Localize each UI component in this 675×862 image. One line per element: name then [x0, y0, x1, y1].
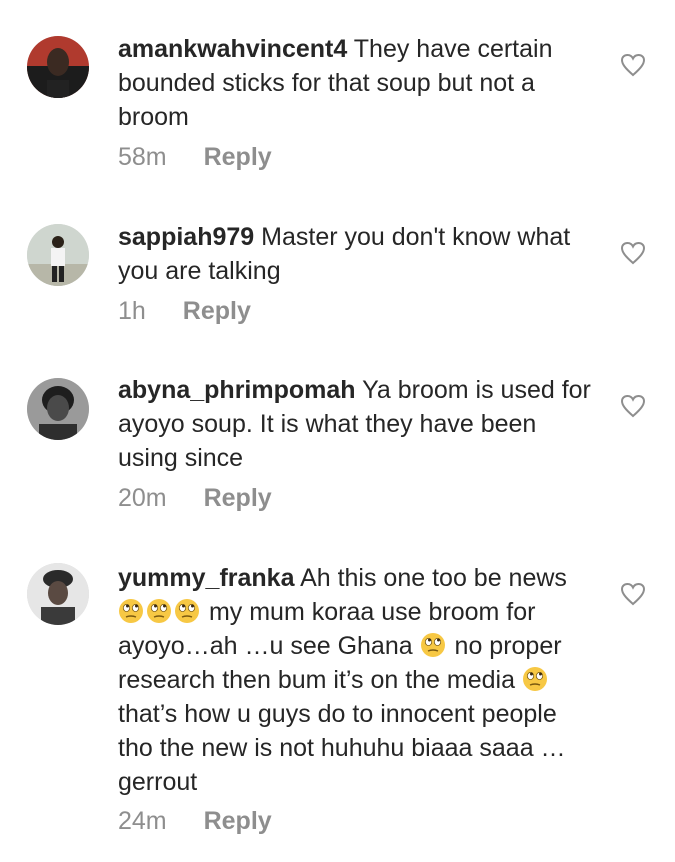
rolling-eyes-emoji-icon — [522, 667, 547, 691]
rolling-eyes-emoji-icon — [147, 599, 171, 623]
rolling-eyes-emoji-icon — [119, 599, 143, 623]
comment-time: 24m — [118, 807, 167, 835]
comment-body: sappiah979 Master you don't know what yo… — [118, 220, 598, 288]
rolling-eyes-emoji-icon — [420, 633, 445, 657]
comment-time: 1h — [118, 297, 146, 325]
avatar[interactable] — [27, 36, 89, 98]
comment-meta: 1h Reply — [118, 296, 251, 326]
rolling-eyes-emoji-group — [118, 598, 209, 626]
comment-body: abyna_phrimpomah Ya broom is used for ay… — [118, 373, 598, 475]
rolling-eyes-emoji-icon — [175, 599, 199, 623]
comment-username[interactable]: yummy_franka — [118, 564, 294, 592]
heart-outline-icon[interactable] — [620, 241, 646, 265]
comment-meta: 24m Reply — [118, 806, 272, 836]
heart-outline-icon[interactable] — [620, 582, 646, 606]
heart-outline-icon[interactable] — [620, 53, 646, 77]
comment-meta: 20m Reply — [118, 483, 272, 513]
comment-meta: 58m Reply — [118, 142, 272, 172]
comment-text: that’s how u guys do to innocent people … — [118, 700, 566, 796]
comment-username[interactable]: amankwahvincent4 — [118, 35, 347, 63]
reply-button[interactable]: Reply — [183, 297, 251, 325]
comment-text: Ah this one too be news — [300, 564, 567, 592]
avatar[interactable] — [27, 563, 89, 625]
heart-outline-icon[interactable] — [620, 394, 646, 418]
comment-time: 20m — [118, 484, 167, 512]
comment-time: 58m — [118, 143, 167, 171]
comment-body: amankwahvincent4 They have certain bound… — [118, 32, 598, 134]
reply-button[interactable]: Reply — [204, 143, 272, 171]
comment-username[interactable]: sappiah979 — [118, 223, 254, 251]
comment-username[interactable]: abyna_phrimpomah — [118, 376, 356, 404]
reply-button[interactable]: Reply — [204, 807, 272, 835]
avatar[interactable] — [27, 224, 89, 286]
comment-body: yummy_franka Ah this one too be news my … — [118, 561, 598, 799]
avatar[interactable] — [27, 378, 89, 440]
reply-button[interactable]: Reply — [204, 484, 272, 512]
